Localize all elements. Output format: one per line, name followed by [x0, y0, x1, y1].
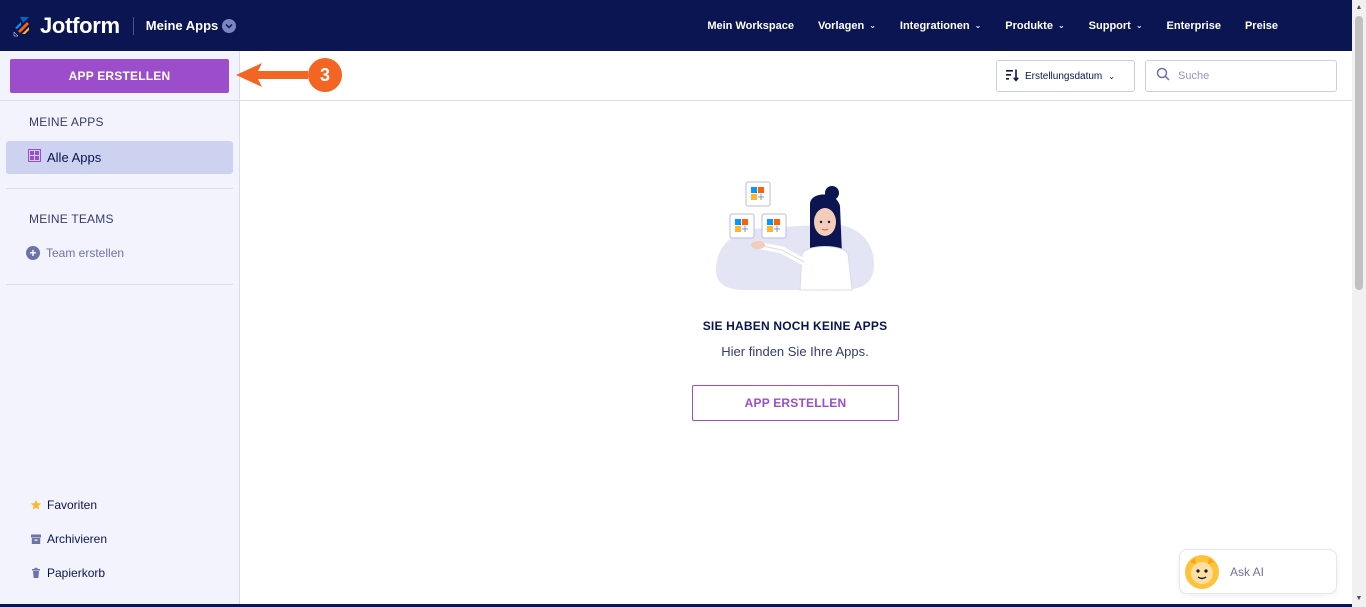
- empty-state-create-app-button[interactable]: APP ERSTELLEN: [692, 385, 899, 421]
- ask-ai-button[interactable]: Ask AI: [1179, 549, 1337, 594]
- sidebar-item-archive[interactable]: Archivieren: [30, 532, 107, 546]
- my-teams-heading: MEINE TEAMS: [29, 212, 114, 226]
- create-team-button[interactable]: + Team erstellen: [26, 246, 124, 260]
- search-icon: [1156, 67, 1170, 86]
- top-navbar: Jotform Meine Apps Mein Workspace Vorlag…: [0, 0, 1352, 51]
- search-input[interactable]: [1178, 70, 1328, 82]
- brand-name: Jotform: [40, 12, 120, 38]
- chevron-down-icon: ⌄: [1135, 21, 1143, 30]
- nav-support[interactable]: Support ⌄: [1089, 20, 1143, 32]
- nav-mein-workspace[interactable]: Mein Workspace: [707, 20, 794, 32]
- sidebar-item-favorites[interactable]: Favoriten: [30, 498, 97, 512]
- nav-preise[interactable]: Preise: [1245, 20, 1278, 32]
- chevron-down-icon: ⌄: [869, 21, 876, 30]
- sort-dropdown[interactable]: Erstellungsdatum ⌄: [996, 60, 1135, 92]
- sidebar-divider: [6, 188, 233, 189]
- chevron-down-icon: ⌄: [1108, 71, 1115, 81]
- chevron-down-icon: ⌄: [1057, 21, 1065, 30]
- sidebar-item-all-apps[interactable]: Alle Apps: [6, 141, 233, 174]
- apps-grid-icon: [28, 148, 41, 167]
- main-nav: Mein Workspace Vorlagen ⌄ Integrationen ⌄ …: [707, 0, 1352, 51]
- scroll-up-arrow-icon[interactable]: ▲: [1355, 3, 1363, 13]
- sidebar-item-label: Alle Apps: [47, 150, 102, 165]
- topbar-separator: [132, 16, 134, 35]
- step-annotation: 3: [236, 58, 342, 92]
- nav-produkte[interactable]: Produkte ⌄: [1005, 20, 1064, 32]
- star-icon: [30, 499, 42, 511]
- empty-state-illustration: [716, 181, 874, 291]
- plus-circle-icon: +: [26, 246, 40, 260]
- empty-state-subtitle: Hier finden Sie Ihre Apps.: [721, 344, 869, 359]
- my-apps-heading: MEINE APPS: [29, 115, 104, 129]
- sort-label: Erstellungsdatum: [1025, 70, 1103, 82]
- trash-icon: [30, 567, 42, 579]
- sidebar-divider: [0, 100, 239, 101]
- page-scrollbar[interactable]: ▲ ▼: [1352, 0, 1366, 607]
- scroll-down-arrow-icon[interactable]: ▼: [1355, 594, 1363, 604]
- jotform-logo-icon: [13, 16, 29, 36]
- sidebar: APP ERSTELLEN MEINE APPS Alle Apps MEINE…: [0, 51, 240, 607]
- section-title: Meine Apps: [145, 18, 219, 33]
- content-toolbar: Erstellungsdatum ⌄: [240, 51, 1352, 101]
- ask-ai-label: Ask AI: [1230, 564, 1265, 579]
- section-switcher[interactable]: Meine Apps: [145, 18, 237, 33]
- nav-enterprise[interactable]: Enterprise: [1167, 20, 1221, 32]
- chevron-down-icon: ⌄: [974, 21, 982, 30]
- create-team-label: Team erstellen: [46, 246, 125, 260]
- archive-icon: [30, 533, 42, 545]
- sidebar-divider: [6, 284, 233, 285]
- chevron-down-icon: [222, 18, 237, 33]
- jotform-logo[interactable]: Jotform: [12, 0, 120, 51]
- scrollbar-thumb[interactable]: [1355, 16, 1363, 290]
- step-number: 3: [320, 65, 330, 85]
- ai-agent-avatar-icon: [1185, 554, 1219, 589]
- empty-state-title: SIE HABEN NOCH KEINE APPS: [702, 319, 888, 333]
- nav-integrationen[interactable]: Integrationen ⌄: [900, 20, 981, 32]
- arrow-left-icon: [236, 63, 308, 87]
- sidebar-item-trash[interactable]: Papierkorb: [30, 566, 105, 580]
- search-box[interactable]: [1145, 60, 1337, 92]
- sort-icon: [1005, 68, 1019, 85]
- create-app-button[interactable]: APP ERSTELLEN: [10, 59, 229, 93]
- nav-vorlagen[interactable]: Vorlagen ⌄: [818, 20, 876, 32]
